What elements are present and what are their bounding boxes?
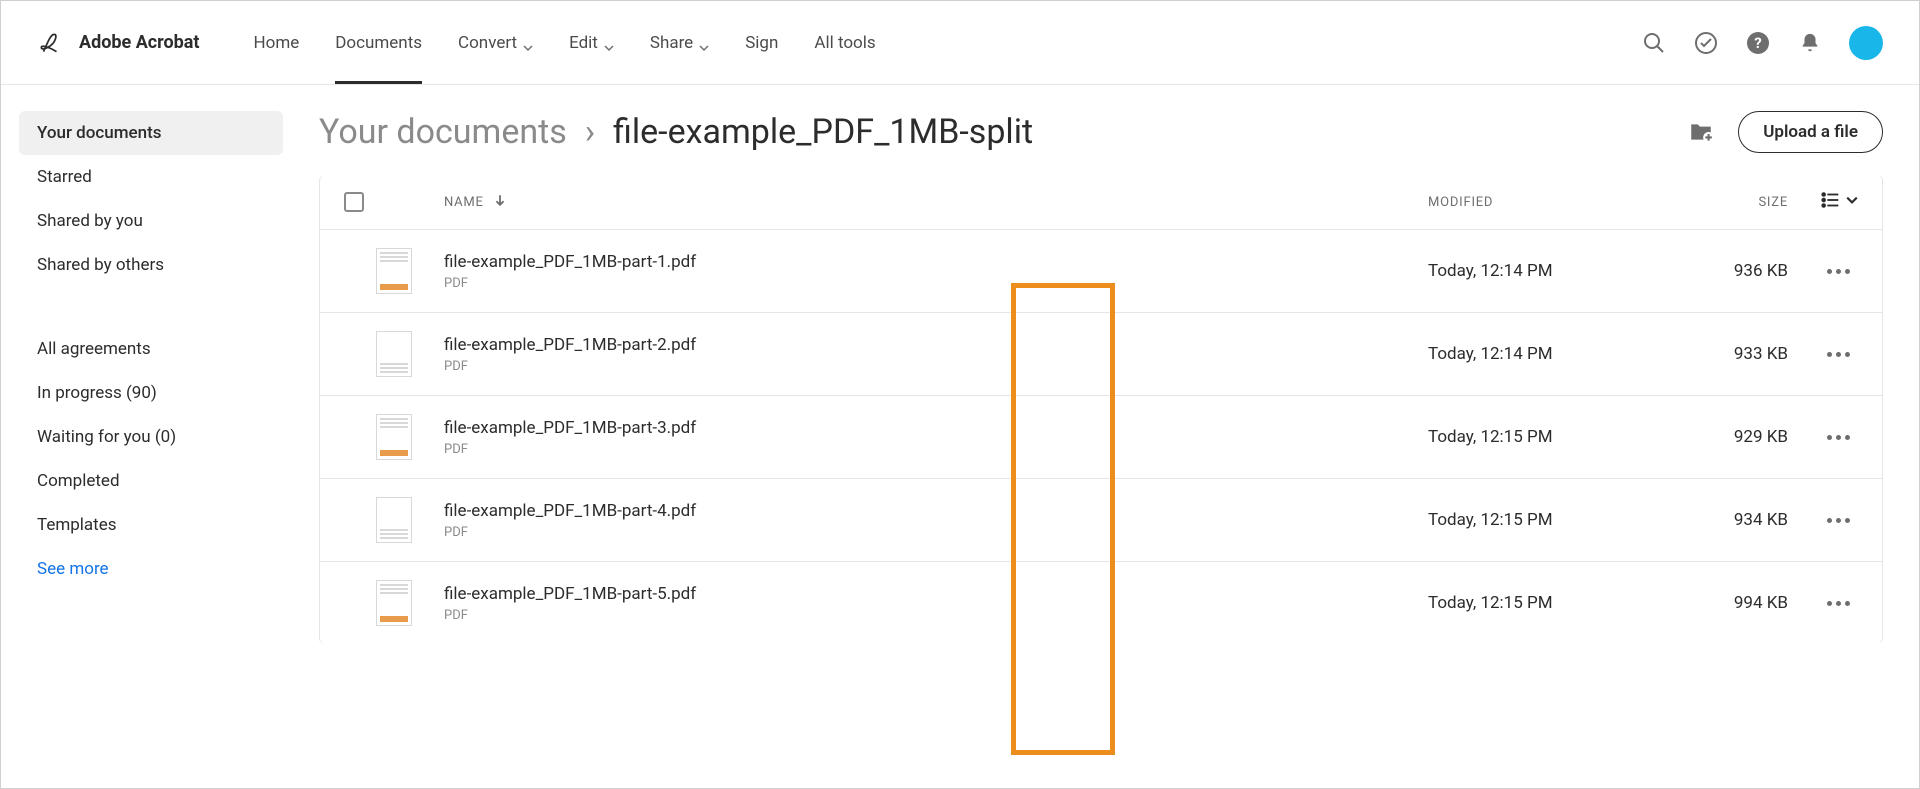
sidebar-item-starred[interactable]: Starred xyxy=(19,155,283,199)
upload-button[interactable]: Upload a file xyxy=(1738,111,1883,153)
svg-text:?: ? xyxy=(1754,34,1761,52)
heading-row: Your documents › file-example_PDF_1MB-sp… xyxy=(319,111,1883,153)
search-icon[interactable] xyxy=(1641,30,1667,56)
bell-icon[interactable] xyxy=(1797,30,1823,56)
file-modified: Today, 12:15 PM xyxy=(1428,427,1668,447)
select-all-checkbox[interactable] xyxy=(344,192,364,212)
nav-convert[interactable]: Convert xyxy=(458,3,533,83)
main: Your documents › file-example_PDF_1MB-sp… xyxy=(301,85,1919,788)
file-type: PDF xyxy=(444,525,1428,540)
file-size: 929 KB xyxy=(1668,427,1788,447)
file-size: 936 KB xyxy=(1668,261,1788,281)
file-thumbnail xyxy=(344,331,444,377)
table-row[interactable]: file-example_PDF_1MB-part-1.pdf PDF Toda… xyxy=(320,229,1882,312)
nav-sign[interactable]: Sign xyxy=(745,3,778,83)
brand: Adobe Acrobat xyxy=(37,30,200,56)
breadcrumb-root[interactable]: Your documents xyxy=(319,112,567,152)
nav-documents[interactable]: Documents xyxy=(335,3,422,83)
sidebar-item-your-documents[interactable]: Your documents xyxy=(19,111,283,155)
chevron-down-icon xyxy=(604,38,614,48)
sidebar-item-waiting-for-you[interactable]: Waiting for you (0) xyxy=(19,415,283,459)
help-icon[interactable]: ? xyxy=(1745,30,1771,56)
sidebar-item-in-progress[interactable]: In progress (90) xyxy=(19,371,283,415)
sidebar-item-shared-by-you[interactable]: Shared by you xyxy=(19,199,283,243)
brand-name: Adobe Acrobat xyxy=(79,32,200,53)
col-name[interactable]: NAME xyxy=(444,194,1428,210)
sidebar-item-completed[interactable]: Completed xyxy=(19,459,283,503)
more-actions-icon[interactable] xyxy=(1819,593,1858,614)
sidebar-item-see-more[interactable]: See more xyxy=(19,547,283,591)
file-modified: Today, 12:14 PM xyxy=(1428,261,1668,281)
file-modified: Today, 12:15 PM xyxy=(1428,593,1668,613)
file-modified: Today, 12:15 PM xyxy=(1428,510,1668,530)
file-table: NAME MODIFIED SIZE file-example_PDF_1MB-… xyxy=(319,175,1883,644)
table-header: NAME MODIFIED SIZE xyxy=(320,175,1882,229)
view-list-icon[interactable] xyxy=(1820,189,1842,215)
nav-share[interactable]: Share xyxy=(650,3,709,83)
chevron-down-icon xyxy=(523,38,533,48)
file-thumbnail xyxy=(344,248,444,294)
file-modified: Today, 12:14 PM xyxy=(1428,344,1668,364)
file-thumbnail xyxy=(344,580,444,626)
breadcrumb-leaf: file-example_PDF_1MB-split xyxy=(613,112,1033,152)
file-name: file-example_PDF_1MB-part-4.pdf xyxy=(444,501,1428,521)
chevron-down-icon[interactable] xyxy=(1846,194,1858,210)
more-actions-icon[interactable] xyxy=(1819,344,1858,365)
file-type: PDF xyxy=(444,359,1428,374)
file-name: file-example_PDF_1MB-part-5.pdf xyxy=(444,584,1428,604)
table-row[interactable]: file-example_PDF_1MB-part-4.pdf PDF Toda… xyxy=(320,478,1882,561)
table-row[interactable]: file-example_PDF_1MB-part-5.pdf PDF Toda… xyxy=(320,561,1882,644)
table-row[interactable]: file-example_PDF_1MB-part-3.pdf PDF Toda… xyxy=(320,395,1882,478)
nav-home[interactable]: Home xyxy=(254,3,300,83)
chevron-down-icon xyxy=(699,38,709,48)
table-row[interactable]: file-example_PDF_1MB-part-2.pdf PDF Toda… xyxy=(320,312,1882,395)
more-actions-icon[interactable] xyxy=(1819,427,1858,448)
sidebar-item-templates[interactable]: Templates xyxy=(19,503,283,547)
nav-all-tools[interactable]: All tools xyxy=(814,3,875,83)
col-size[interactable]: SIZE xyxy=(1668,195,1788,210)
check-circle-icon[interactable] xyxy=(1693,30,1719,56)
sort-desc-icon xyxy=(494,194,506,210)
add-folder-icon[interactable] xyxy=(1688,119,1714,145)
file-thumbnail xyxy=(344,414,444,460)
file-type: PDF xyxy=(444,608,1428,623)
file-size: 934 KB xyxy=(1668,510,1788,530)
file-name: file-example_PDF_1MB-part-1.pdf xyxy=(444,252,1428,272)
top-icons: ? xyxy=(1641,26,1883,60)
breadcrumb-separator: › xyxy=(585,112,595,152)
nav-items: Home Documents Convert Edit Share Sign A… xyxy=(254,3,876,83)
file-thumbnail xyxy=(344,497,444,543)
col-modified[interactable]: MODIFIED xyxy=(1428,195,1668,210)
acrobat-logo-icon xyxy=(37,30,63,56)
file-name: file-example_PDF_1MB-part-3.pdf xyxy=(444,418,1428,438)
file-name: file-example_PDF_1MB-part-2.pdf xyxy=(444,335,1428,355)
avatar[interactable] xyxy=(1849,26,1883,60)
more-actions-icon[interactable] xyxy=(1819,510,1858,531)
top-nav: Adobe Acrobat Home Documents Convert Edi… xyxy=(1,1,1919,85)
file-size: 994 KB xyxy=(1668,593,1788,613)
file-type: PDF xyxy=(444,276,1428,291)
file-size: 933 KB xyxy=(1668,344,1788,364)
file-type: PDF xyxy=(444,442,1428,457)
sidebar-item-shared-by-others[interactable]: Shared by others xyxy=(19,243,283,287)
sidebar: Your documentsStarredShared by youShared… xyxy=(1,85,301,788)
more-actions-icon[interactable] xyxy=(1819,261,1858,282)
nav-edit[interactable]: Edit xyxy=(569,3,614,83)
sidebar-item-all-agreements[interactable]: All agreements xyxy=(19,327,283,371)
